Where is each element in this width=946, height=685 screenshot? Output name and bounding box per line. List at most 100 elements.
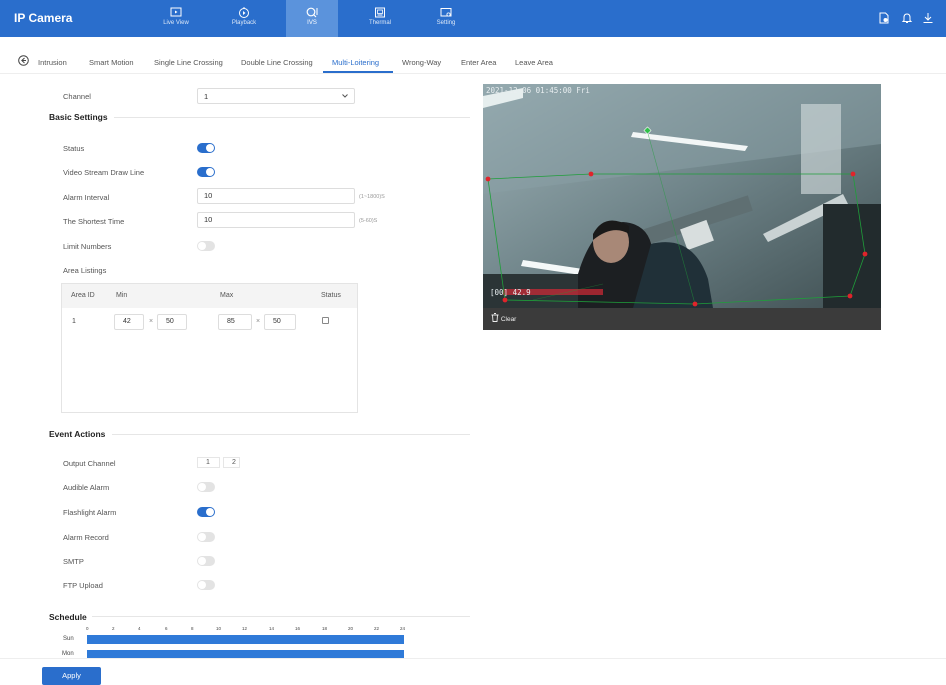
basic-settings-title: Basic Settings (49, 112, 108, 122)
schedule-bar-sun[interactable] (87, 635, 404, 644)
area-table: Area ID Min Max Status 1 42 × 50 85 × 50 (61, 283, 358, 413)
area-listings-label: Area Listings (63, 266, 107, 275)
tab-single-line-crossing[interactable]: Single Line Crossing (154, 58, 223, 67)
camera-preview[interactable]: 2021-12-06 01:45:00 Fri [00] 42.9 (483, 84, 881, 308)
toggle-knob (198, 581, 206, 589)
tab-intrusion[interactable]: Intrusion (38, 58, 67, 67)
camera-timestamp: 2021-12-06 01:45:00 Fri (486, 86, 590, 95)
tab-leave-area[interactable]: Leave Area (515, 58, 553, 67)
tab-wrong-way[interactable]: Wrong-Way (402, 58, 441, 67)
tab-double-line-crossing[interactable]: Double Line Crossing (241, 58, 313, 67)
smtp-toggle[interactable] (197, 556, 215, 566)
shortest-time-hint: (5-60)S (359, 218, 378, 224)
toggle-knob (206, 168, 214, 176)
flashlight-alarm-toggle[interactable] (197, 507, 215, 517)
nav-label: Playback (231, 20, 257, 26)
camera-osd-value: [00] 42.9 (490, 288, 531, 297)
bell-icon[interactable] (901, 12, 913, 24)
thermal-icon (375, 7, 385, 18)
download-icon[interactable] (922, 12, 934, 24)
col-status: Status (321, 292, 341, 299)
ftp-upload-toggle[interactable] (197, 580, 215, 590)
tab-enter-area[interactable]: Enter Area (461, 58, 496, 67)
nav-label: Live View (163, 20, 189, 26)
section-divider (112, 434, 470, 435)
channel-select[interactable]: 1 (197, 88, 355, 104)
nav-setting[interactable]: Setting (420, 0, 472, 37)
nav-thermal[interactable]: Thermal (354, 0, 406, 37)
col-min: Min (116, 292, 128, 299)
audible-alarm-label: Audible Alarm (63, 483, 110, 492)
hour-tick: 16 (295, 626, 301, 631)
nav-ivs[interactable]: IVS (286, 0, 338, 37)
playback-icon (239, 7, 249, 18)
trash-icon (491, 313, 499, 322)
area-status-checkbox[interactable] (322, 317, 329, 324)
section-divider (92, 616, 470, 617)
camera-scene (483, 84, 881, 308)
apply-button[interactable]: Apply (42, 667, 101, 685)
file-icon[interactable] (878, 12, 890, 24)
top-bar: IP Camera Live View Playback IVS Thermal (0, 0, 946, 37)
draw-line-toggle[interactable] (197, 167, 215, 177)
nav-label: IVS (307, 20, 317, 26)
day-label-sun: Sun (63, 636, 74, 642)
tabs-divider (0, 73, 946, 74)
toggle-knob (206, 144, 214, 152)
day-label-mon: Mon (62, 651, 74, 657)
hour-tick: 12 (242, 626, 248, 631)
nav-playback[interactable]: Playback (218, 0, 270, 37)
clear-label: Clear (500, 316, 517, 323)
col-area-id: Area ID (71, 292, 95, 299)
audible-alarm-toggle[interactable] (197, 482, 215, 492)
hour-tick: 2 (112, 626, 115, 631)
toggle-knob (198, 242, 206, 250)
toggle-knob (198, 557, 206, 565)
output-channel-2[interactable]: 2 (223, 457, 240, 468)
hour-tick: 6 (165, 626, 168, 631)
back-icon[interactable] (18, 55, 29, 66)
times-sign: × (256, 318, 261, 325)
max-width-input[interactable]: 85 (218, 314, 252, 330)
channel-value: 1 (204, 92, 209, 101)
alarm-interval-input[interactable]: 10 (197, 188, 355, 204)
toggle-knob (198, 533, 206, 541)
shortest-time-input[interactable]: 10 (197, 212, 355, 228)
tab-smart-motion[interactable]: Smart Motion (89, 58, 134, 67)
live-view-icon (170, 7, 182, 17)
times-sign: × (149, 318, 154, 325)
chevron-down-icon (342, 94, 348, 98)
limit-numbers-toggle[interactable] (197, 241, 215, 251)
hour-tick: 24 (400, 626, 406, 631)
footer-divider (0, 658, 946, 659)
camera-toolbar: Clear (483, 308, 881, 330)
smtp-label: SMTP (63, 557, 84, 566)
toggle-knob (206, 508, 214, 516)
hour-tick: 20 (348, 626, 354, 631)
nav-live-view[interactable]: Live View (150, 0, 202, 37)
col-max: Max (220, 292, 234, 299)
max-height-input[interactable]: 50 (264, 314, 296, 330)
output-channel-1[interactable]: 1 (197, 457, 220, 468)
alarm-record-toggle[interactable] (197, 532, 215, 542)
area-id-cell: 1 (72, 318, 76, 325)
table-header: Area ID Min Max Status (62, 284, 357, 308)
hour-tick: 18 (322, 626, 328, 631)
alarm-interval-label: Alarm Interval (63, 193, 110, 202)
min-height-input[interactable]: 50 (157, 314, 187, 330)
ftp-upload-label: FTP Upload (63, 581, 103, 590)
limit-numbers-label: Limit Numbers (63, 242, 112, 251)
min-width-input[interactable]: 42 (114, 314, 144, 330)
status-toggle[interactable] (197, 143, 215, 153)
hour-tick: 22 (374, 626, 380, 631)
nav-label: Thermal (368, 20, 391, 26)
nav-label: Setting (436, 20, 456, 26)
hour-tick: 8 (191, 626, 194, 631)
toggle-knob (198, 483, 206, 491)
schedule-title: Schedule (49, 612, 87, 622)
hour-tick: 4 (138, 626, 141, 631)
clear-button[interactable]: Clear (491, 313, 516, 323)
channel-label: Channel (63, 92, 91, 101)
setting-icon (440, 8, 452, 17)
tab-multi-loitering[interactable]: Multi-Loitering (332, 58, 379, 67)
